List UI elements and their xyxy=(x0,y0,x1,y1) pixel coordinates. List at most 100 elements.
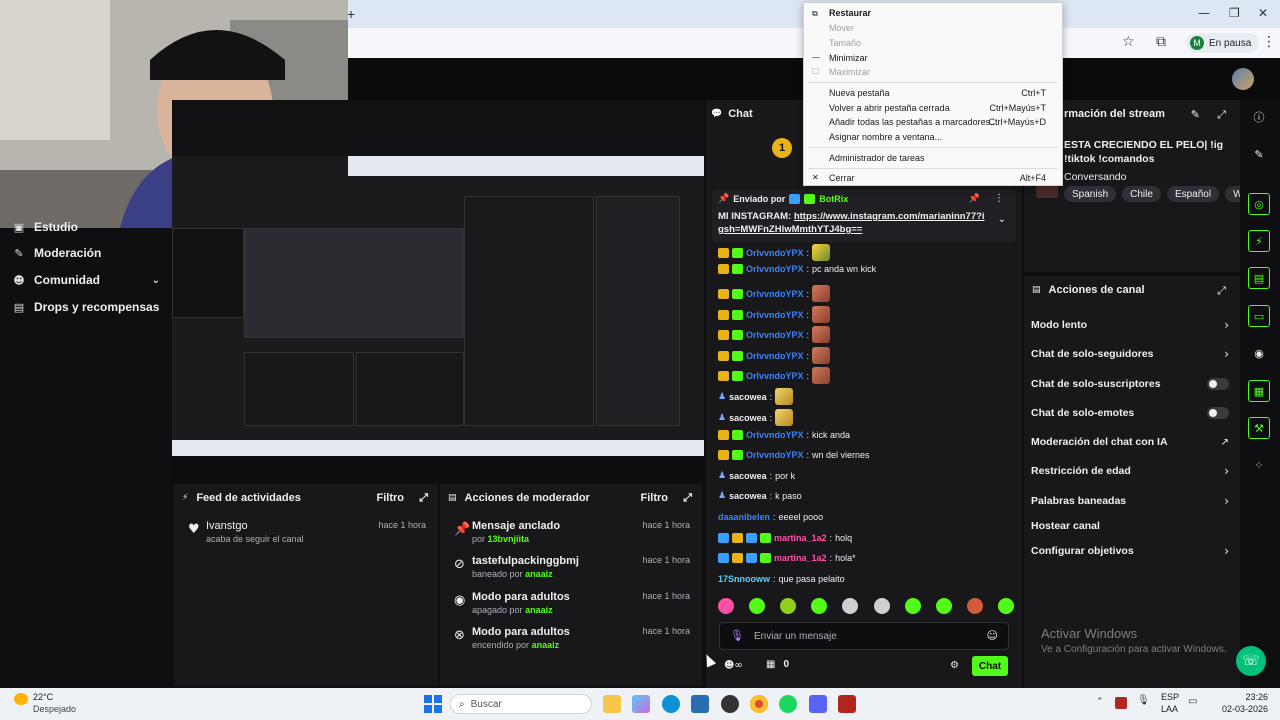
chat-message[interactable]: daaanibelen: eeeel pooo xyxy=(718,512,823,522)
chat-username[interactable]: martina_1a2 xyxy=(774,553,827,563)
mod-actions-filter-button[interactable]: Filtro xyxy=(641,492,669,504)
emote-button[interactable] xyxy=(749,598,766,614)
action-ai-moderation[interactable]: Moderación del chat con IA ↗ xyxy=(1031,432,1229,452)
emote-button[interactable] xyxy=(873,598,890,614)
network-icon[interactable]: ▭ xyxy=(1188,696,1197,707)
toggle-switch[interactable] xyxy=(1207,407,1229,419)
chat-icon[interactable]: ▭ xyxy=(1248,305,1270,327)
tag-chip[interactable]: Wa xyxy=(1225,186,1240,202)
chat-username[interactable]: OrlvvndoYPX xyxy=(746,450,804,460)
bots-icon[interactable]: ☻∞ xyxy=(724,660,743,671)
chat-message[interactable]: OrlvvndoYPX: wn del viernes xyxy=(718,450,870,460)
edit-pencil-icon[interactable]: ✎ xyxy=(1191,108,1200,121)
chat-send-button[interactable]: Chat xyxy=(972,656,1008,676)
mod-action-user[interactable]: anaaiz xyxy=(532,640,560,650)
ctx-item-close[interactable]: Cerrar xyxy=(829,173,855,183)
clock-time[interactable]: 23:26 xyxy=(1228,692,1268,702)
start-windows-icon[interactable] xyxy=(424,695,442,713)
chat-username[interactable]: OrlvvndoYPX xyxy=(746,430,804,440)
action-subscribers-only[interactable]: Chat de solo-suscriptores xyxy=(1031,374,1229,394)
chat-username[interactable]: OrlvvndoYPX xyxy=(746,289,804,299)
emote-button[interactable] xyxy=(997,598,1014,614)
chat-username[interactable]: sacowea xyxy=(729,471,767,481)
sidebar-item-community[interactable]: ☻ Comunidad ⌄ xyxy=(12,273,160,287)
chat-message[interactable]: OrlvvndoYPX: xyxy=(718,347,831,364)
chat-username[interactable]: sacowea xyxy=(729,392,767,402)
emote-button[interactable] xyxy=(811,598,828,614)
file-explorer-icon[interactable] xyxy=(603,695,621,713)
chat-username[interactable]: OrlvvndoYPX xyxy=(746,310,804,320)
weather-temp[interactable]: 22°C xyxy=(33,692,53,702)
chat-username[interactable]: martina_1a2 xyxy=(774,533,827,543)
chat-emote[interactable] xyxy=(812,367,831,384)
weather-sun-icon[interactable] xyxy=(14,693,28,705)
expand-icon[interactable]: ⤢ xyxy=(1217,108,1226,122)
ctx-item-reopen-tab[interactable]: Volver a abrir pestaña cerrada xyxy=(829,103,950,113)
wrench-icon[interactable]: ⚒ xyxy=(1248,417,1270,439)
user-avatar[interactable] xyxy=(1232,68,1254,90)
ctx-item-task-manager[interactable]: Administrador de tareas xyxy=(829,153,925,163)
mod-action-user[interactable]: anaaiz xyxy=(525,605,553,615)
chat-input[interactable]: 🎙 Enviar un mensaje ☺ xyxy=(719,622,1009,650)
unpin-icon[interactable]: 📌 xyxy=(969,194,980,204)
action-goals[interactable]: Configurar objetivos › xyxy=(1031,541,1229,561)
taskbar-search[interactable]: ⌕ Buscar xyxy=(450,694,592,714)
mod-action-user[interactable]: anaaiz xyxy=(525,569,553,579)
chevron-down-icon[interactable]: ⌄ xyxy=(998,214,1006,225)
sidebar-item-moderation[interactable]: ✎ Moderación xyxy=(12,246,101,260)
chat-message[interactable]: ♟ sacowea: por k xyxy=(718,471,795,481)
emote-button[interactable] xyxy=(842,598,859,614)
chat-username[interactable]: daaanibelen xyxy=(718,512,770,522)
chat-username[interactable]: OrlvvndoYPX xyxy=(746,371,804,381)
chat-message[interactable]: martina_1a2: hola* xyxy=(718,553,856,563)
lightning-icon[interactable]: ⚡ xyxy=(1248,230,1270,252)
clip-icon[interactable]: ◎ xyxy=(1248,193,1270,215)
emote-button[interactable] xyxy=(780,598,797,614)
window-minimize-icon[interactable]: — xyxy=(1198,6,1210,20)
chat-username[interactable]: OrlvvndoYPX xyxy=(746,264,804,274)
chat-message[interactable]: ♟ sacowea: k paso xyxy=(718,491,802,501)
chat-message[interactable]: OrlvvndoYPX: pc anda wn kick xyxy=(718,264,876,274)
tag-chip[interactable]: Español xyxy=(1166,186,1220,202)
layout-icon[interactable]: ▦ xyxy=(1248,380,1270,402)
chat-message[interactable]: OrlvvndoYPX: xyxy=(718,367,831,384)
chat-message[interactable]: OrlvvndoYPX: kick anda xyxy=(718,430,850,440)
emote-button[interactable] xyxy=(718,598,734,614)
spotify-icon[interactable] xyxy=(779,695,797,713)
stream-category[interactable]: Conversando xyxy=(1064,171,1126,183)
channel-points[interactable]: ▦ 0 xyxy=(766,659,789,670)
chat-message[interactable]: OrlvvndoYPX: xyxy=(718,285,831,302)
window-restore-icon[interactable]: ❐ xyxy=(1229,6,1240,20)
chat-message[interactable]: OrlvvndoYPX: xyxy=(718,326,831,343)
ctx-item-minimize[interactable]: Minimizar xyxy=(829,53,868,63)
toggle-switch[interactable] xyxy=(1207,378,1229,390)
tray-app-icon[interactable] xyxy=(1115,697,1127,709)
copilot-icon[interactable] xyxy=(632,695,650,713)
edge-icon[interactable] xyxy=(662,695,680,713)
tray-chevron-up-icon[interactable]: ⌃ xyxy=(1096,697,1104,707)
help-support-button[interactable]: ☏ xyxy=(1236,646,1266,676)
ctx-item-name-window[interactable]: Asignar nombre a ventana... xyxy=(829,132,942,142)
chat-message[interactable]: OrlvvndoYPX: xyxy=(718,244,831,261)
profile-pause-button[interactable]: M En pausa xyxy=(1186,33,1260,53)
obs-icon[interactable] xyxy=(721,695,739,713)
broadcast-icon[interactable]: ◉ xyxy=(1248,342,1270,364)
chat-message[interactable]: martina_1a2: holq xyxy=(718,533,852,543)
tray-microphone-icon[interactable]: 🎙 xyxy=(1137,695,1150,706)
new-tab-icon[interactable]: + xyxy=(347,6,355,22)
pinned-user[interactable]: BotRix xyxy=(819,194,848,204)
tag-chip[interactable]: Chile xyxy=(1122,186,1161,202)
chat-message[interactable]: OrlvvndoYPX: xyxy=(718,306,831,323)
action-slow-mode[interactable]: Modo lento › xyxy=(1031,315,1229,335)
expand-icon[interactable]: ⤢ xyxy=(419,491,428,505)
chat-message[interactable]: 17Snnooww: que pasa pelaito xyxy=(718,574,845,584)
chevron-down-icon[interactable]: ⌄ xyxy=(152,275,160,286)
pencil-icon[interactable]: ✎ xyxy=(1248,143,1270,165)
chat-username[interactable]: sacowea xyxy=(729,491,767,501)
window-close-icon[interactable]: ✕ xyxy=(1258,6,1268,20)
action-age-restriction[interactable]: Restricción de edad › xyxy=(1031,461,1229,481)
chat-username[interactable]: OrlvvndoYPX xyxy=(746,248,804,258)
chat-username[interactable]: OrlvvndoYPX xyxy=(746,330,804,340)
sidebar-item-drops[interactable]: ▤ Drops y recompensas xyxy=(12,300,160,314)
more-options-icon[interactable]: ⋮ xyxy=(994,193,1004,204)
